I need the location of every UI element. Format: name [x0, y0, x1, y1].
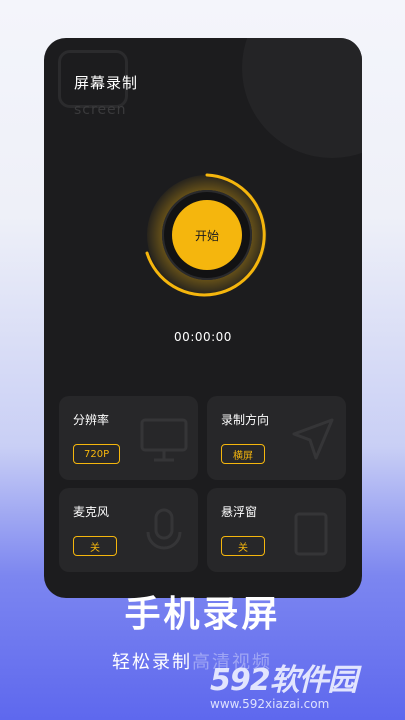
- tablet-icon: [294, 512, 328, 556]
- resolution-label: 分辨率: [73, 413, 110, 427]
- floating-window-label: 悬浮窗: [221, 505, 258, 519]
- microphone-label: 麦克风: [73, 505, 110, 519]
- site-watermark: 592软件园 www.592xiazai.com: [210, 655, 400, 720]
- orientation-label: 录制方向: [221, 413, 270, 427]
- floating-window-toggle-button[interactable]: 关: [221, 536, 265, 556]
- floating-window-card[interactable]: 悬浮窗 关: [207, 488, 346, 572]
- watermark-text: screen: [74, 102, 127, 118]
- resolution-card[interactable]: 分辨率 720P: [59, 396, 198, 480]
- resolution-value-button[interactable]: 720P: [73, 444, 121, 464]
- microphone-toggle-button[interactable]: 关: [73, 536, 117, 556]
- site-url: www.592xiazai.com: [210, 697, 330, 711]
- promo-subhead-main: 轻松录制: [112, 652, 192, 673]
- page-title: 屏幕录制: [74, 74, 139, 92]
- record-timer: 00:00:00: [174, 330, 232, 344]
- orientation-value-button[interactable]: 横屏: [221, 444, 265, 464]
- arrow-pointer-icon: [292, 418, 334, 460]
- phone-screen: 屏幕录制 screen 开始 00:00:00 分辨率 720P 录制方向 横屏…: [44, 38, 362, 598]
- monitor-icon: [140, 418, 188, 462]
- orientation-card[interactable]: 录制方向 横屏: [207, 396, 346, 480]
- microphone-card[interactable]: 麦克风 关: [59, 488, 198, 572]
- microphone-icon: [146, 508, 182, 550]
- site-brand-logo: 592软件园: [210, 663, 358, 698]
- promo-headline: 手机录屏: [124, 594, 281, 635]
- start-record-button[interactable]: 开始: [172, 200, 242, 270]
- decorative-circle: [242, 38, 362, 158]
- record-control: 开始: [140, 168, 274, 302]
